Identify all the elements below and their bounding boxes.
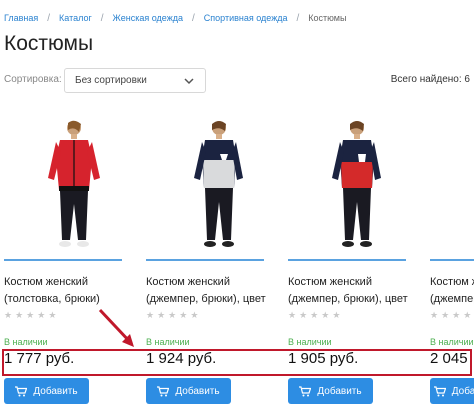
product-photo-figure [48, 120, 100, 247]
add-to-cart-button[interactable]: Добавить [146, 378, 231, 404]
star-icon: ★ [321, 310, 330, 320]
breadcrumb-womens-clothing[interactable]: Женская одежда [113, 13, 183, 23]
price-highlight-box [2, 349, 472, 376]
product-card: Костюм женский (джемпер, брюки), цвет ★ … [288, 118, 408, 404]
rating-stars[interactable]: ★ ★ ★ ★ ★ [288, 311, 340, 320]
product-card: Костюм женский (толстовка, брюки) ★ ★ ★ … [4, 118, 122, 404]
product-name[interactable]: Костюм женский (толстовка, брюки) [4, 274, 138, 308]
add-to-cart-label: Добавить [175, 385, 220, 397]
product-image[interactable] [288, 118, 406, 261]
add-to-cart-label: Добави [451, 385, 474, 397]
product-image[interactable] [4, 118, 122, 261]
chevron-down-icon [184, 77, 194, 84]
breadcrumb-home[interactable]: Главная [4, 13, 38, 23]
star-icon: ★ [4, 310, 13, 320]
page-title: Костюмы [4, 32, 94, 55]
rating-stars[interactable]: ★ ★ ★ ★ ★ [4, 311, 56, 320]
cart-icon [433, 385, 446, 396]
stock-status: В наличии [146, 337, 190, 347]
product-image[interactable] [146, 118, 264, 261]
star-icon: ★ [452, 310, 461, 320]
add-to-cart-label: Добавить [317, 385, 362, 397]
image-underline [146, 259, 264, 261]
star-icon: ★ [48, 310, 57, 320]
star-icon: ★ [157, 310, 166, 320]
sort-label: Сортировка: [4, 74, 62, 85]
breadcrumb: Главная / Каталог / Женская одежда / Спо… [4, 11, 346, 25]
cart-icon [299, 385, 312, 396]
breadcrumb-separator: / [100, 12, 104, 24]
product-name-line: Костюм ж [430, 276, 474, 288]
star-icon: ★ [146, 310, 155, 320]
star-icon: ★ [430, 310, 439, 320]
image-underline [288, 259, 406, 261]
rating-stars[interactable]: ★ ★ ★ ★ ★ [146, 311, 198, 320]
image-underline [430, 259, 474, 261]
product-name-line: (джемпер [430, 293, 474, 305]
product-photo-figure [194, 121, 243, 247]
sort-select-value: Без сортировки [75, 75, 147, 86]
product-name-line: Костюм женский [288, 276, 372, 288]
star-icon: ★ [37, 310, 46, 320]
breadcrumb-separator: / [47, 12, 51, 24]
star-icon: ★ [15, 310, 24, 320]
cart-icon [157, 385, 170, 396]
stock-status: В наличии [4, 337, 48, 347]
breadcrumb-current: Костюмы [308, 13, 347, 23]
breadcrumb-sportswear[interactable]: Спортивная одежда [204, 13, 288, 23]
breadcrumb-catalog[interactable]: Каталог [59, 13, 92, 23]
rating-stars[interactable]: ★ ★ ★ ★ [430, 311, 471, 320]
star-icon: ★ [332, 310, 341, 320]
cart-icon [15, 385, 28, 396]
star-icon: ★ [168, 310, 177, 320]
stock-status: В наличии [430, 337, 474, 347]
product-photo-figure [332, 121, 381, 247]
product-name-line: (джемпер, брюки), цвет [146, 293, 266, 305]
add-to-cart-label: Добавить [33, 385, 78, 397]
annotation-arrow-icon [98, 308, 134, 347]
breadcrumb-separator: / [191, 12, 195, 24]
star-icon: ★ [463, 310, 472, 320]
product-name-line: (джемпер, брюки), цвет [288, 293, 408, 305]
breadcrumb-separator: / [296, 12, 300, 24]
stock-status: В наличии [288, 337, 332, 347]
sort-select[interactable]: Без сортировки [64, 68, 206, 93]
add-to-cart-button[interactable]: Добавить [4, 378, 89, 404]
product-name[interactable]: Костюм ж (джемпер [430, 274, 474, 308]
add-to-cart-button[interactable]: Добавить [288, 378, 373, 404]
star-icon: ★ [288, 310, 297, 320]
star-icon: ★ [299, 310, 308, 320]
product-name-line: Костюм женский [146, 276, 230, 288]
star-icon: ★ [441, 310, 450, 320]
total-found: Всего найдено: 6 [390, 74, 470, 85]
image-underline [4, 259, 122, 261]
product-image[interactable] [430, 118, 474, 261]
star-icon: ★ [190, 310, 199, 320]
add-to-cart-button[interactable]: Добави [430, 378, 474, 404]
product-name-line: Костюм женский [4, 276, 88, 288]
product-card: Костюм женский (джемпер, брюки), цвет ★ … [146, 118, 266, 404]
star-icon: ★ [26, 310, 35, 320]
star-icon: ★ [179, 310, 188, 320]
star-icon: ★ [310, 310, 319, 320]
product-name[interactable]: Костюм женский (джемпер, брюки), цвет [146, 274, 280, 308]
product-name[interactable]: Костюм женский (джемпер, брюки), цвет [288, 274, 422, 308]
